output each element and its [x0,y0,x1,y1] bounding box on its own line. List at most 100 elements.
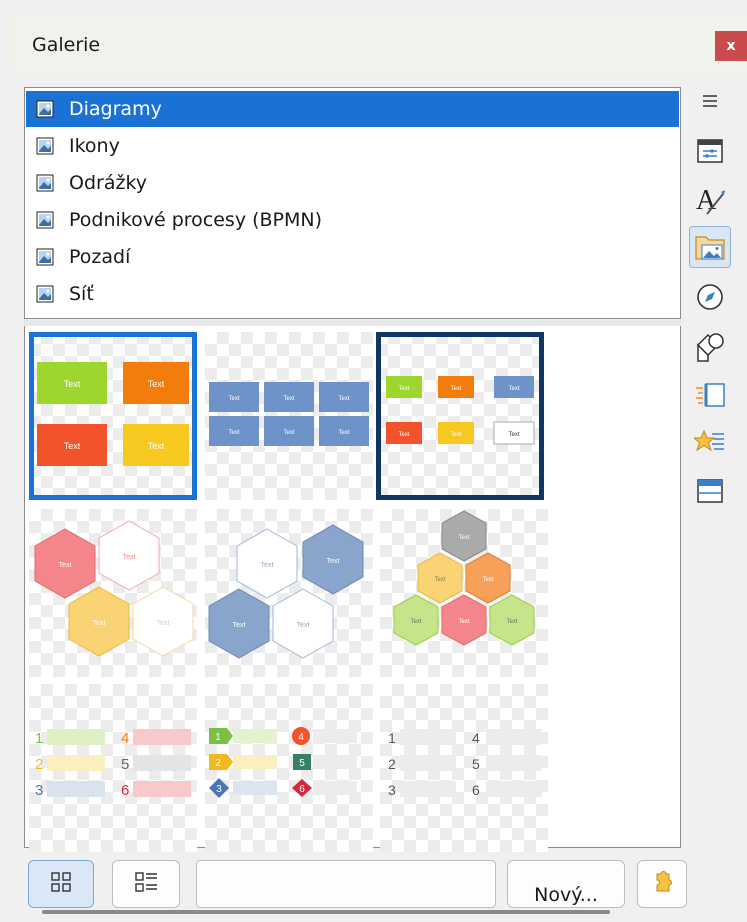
thumb-number: 5 [121,756,129,773]
animation-icon[interactable] [689,374,731,416]
thumb-number: 1 [35,730,43,747]
thumb-text: Text [508,386,519,392]
category-label: Diagramy [69,98,162,120]
thumb-text: Text [228,430,239,436]
thumb-number: 2 [35,756,43,773]
search-input[interactable] [196,860,496,908]
gallery-thumbnail[interactable]: Text Text Text Text [205,509,373,677]
panel-title: Galerie [32,34,101,56]
thumb-number: 4 [472,730,480,746]
thumb-text: Text [482,577,493,583]
category-list: Diagramy Ikony Odrážky Podnikové procesy… [24,87,681,319]
category-item-bpmn[interactable]: Podnikové procesy (BPMN) [26,202,679,238]
category-label: Síť [69,283,94,305]
image-icon [36,174,54,192]
effects-icon[interactable] [689,422,731,464]
thumb-number: 6 [472,782,480,798]
thumb-number: 6 [299,784,305,795]
category-item-pozadi[interactable]: Pozadí [26,239,679,275]
thumb-text: Text [398,386,409,392]
puzzle-icon [651,870,673,898]
gallery-thumbnail[interactable]: Text Text Text Text Text Text [376,332,544,500]
thumb-text: Text [228,396,239,402]
thumb-number: 3 [35,782,43,799]
gallery-thumbnail[interactable]: Text Text Text Text [29,509,197,677]
thumb-text: Text [93,620,106,627]
styles-icon[interactable]: A [689,178,731,220]
category-label: Podnikové procesy (BPMN) [69,209,323,231]
gallery-thumbnail[interactable]: Text Text Text Text Text Text [205,332,373,500]
image-icon [36,285,54,303]
category-item-ikony[interactable]: Ikony [26,128,679,164]
category-label: Pozadí [69,246,131,268]
icon-view-button[interactable] [28,860,94,908]
thumb-number: 4 [298,732,304,743]
thumb-text: Text [450,386,461,392]
thumb-text: Text [283,430,294,436]
thumb-text: Text [410,619,421,625]
properties-icon[interactable] [689,130,731,172]
thumb-text: Text [283,396,294,402]
thumbnail-grid: Text Text Text Text Text Text Text Text … [24,326,681,852]
category-item-odrazky[interactable]: Odrážky [26,165,679,201]
thumb-text: Text [157,620,170,627]
close-button[interactable]: x [715,31,747,61]
thumb-text: Text [148,441,165,451]
thumb-text: Text [508,432,519,438]
navigator-icon[interactable] [689,276,731,318]
gallery-thumbnail[interactable]: Text Text Text Text Text Text [380,509,548,677]
image-icon [36,137,54,155]
thumb-text: Text [458,619,469,625]
title-bar: Galerie x [10,12,747,76]
gallery-thumbnail[interactable]: 1 2 3 4 5 6 [29,684,197,852]
gallery-panel: Galerie x Diagramy Ikony Odrážky Podniko… [0,0,747,922]
thumb-number: 4 [121,730,129,747]
thumb-text: Text [450,432,461,438]
grid-view-icon [49,871,73,897]
new-theme-button[interactable]: Nový... [507,860,625,908]
svg-text:A: A [696,185,717,216]
thumb-text: Text [327,558,340,565]
thumb-text: Text [59,562,72,569]
list-view-icon [133,871,159,897]
thumb-text: Text [297,622,310,629]
master-slides-icon[interactable] [689,470,731,512]
thumb-number: 1 [388,730,396,746]
hamburger-menu-icon[interactable] [689,80,731,122]
category-label: Ikony [69,135,120,157]
thumb-text: Text [434,577,445,583]
thumb-number: 5 [472,756,480,772]
gallery-thumbnail[interactable]: 1 2 3 4 5 6 [380,684,548,852]
thumb-text: Text [123,554,136,561]
thumb-text: Text [398,432,409,438]
image-icon [36,100,54,118]
theme-properties-button[interactable] [637,860,687,908]
category-item-sit[interactable]: Síť [26,276,679,312]
thumb-number: 2 [388,756,396,772]
thumb-text: Text [458,535,469,541]
deck-sidebar: A [686,80,747,680]
thumb-text: Text [261,562,274,569]
thumb-text: Text [233,622,246,629]
category-label: Odrážky [69,172,148,194]
image-icon [36,248,54,266]
gallery-thumbnail[interactable]: 1 2 3 4 5 6 [205,684,373,852]
thumb-number: 5 [299,758,305,769]
thumb-number: 3 [216,784,222,795]
thumb-number: 6 [121,782,129,799]
thumb-text: Text [338,396,349,402]
thumb-text: Text [506,619,517,625]
thumb-text: Text [64,379,81,389]
horizontal-scrollbar[interactable] [42,910,610,914]
thumb-number: 3 [388,782,396,798]
gallery-thumbnail[interactable]: Text Text Text Text [29,332,197,500]
detail-view-button[interactable] [112,860,180,908]
category-item-diagramy[interactable]: Diagramy [26,91,679,127]
shapes-icon[interactable] [689,326,731,368]
new-theme-label: Nový... [534,884,598,906]
gallery-icon[interactable] [689,226,731,268]
thumb-text: Text [338,430,349,436]
thumb-text: Text [64,441,81,451]
thumb-number: 2 [215,758,221,769]
thumb-number: 1 [215,732,221,743]
